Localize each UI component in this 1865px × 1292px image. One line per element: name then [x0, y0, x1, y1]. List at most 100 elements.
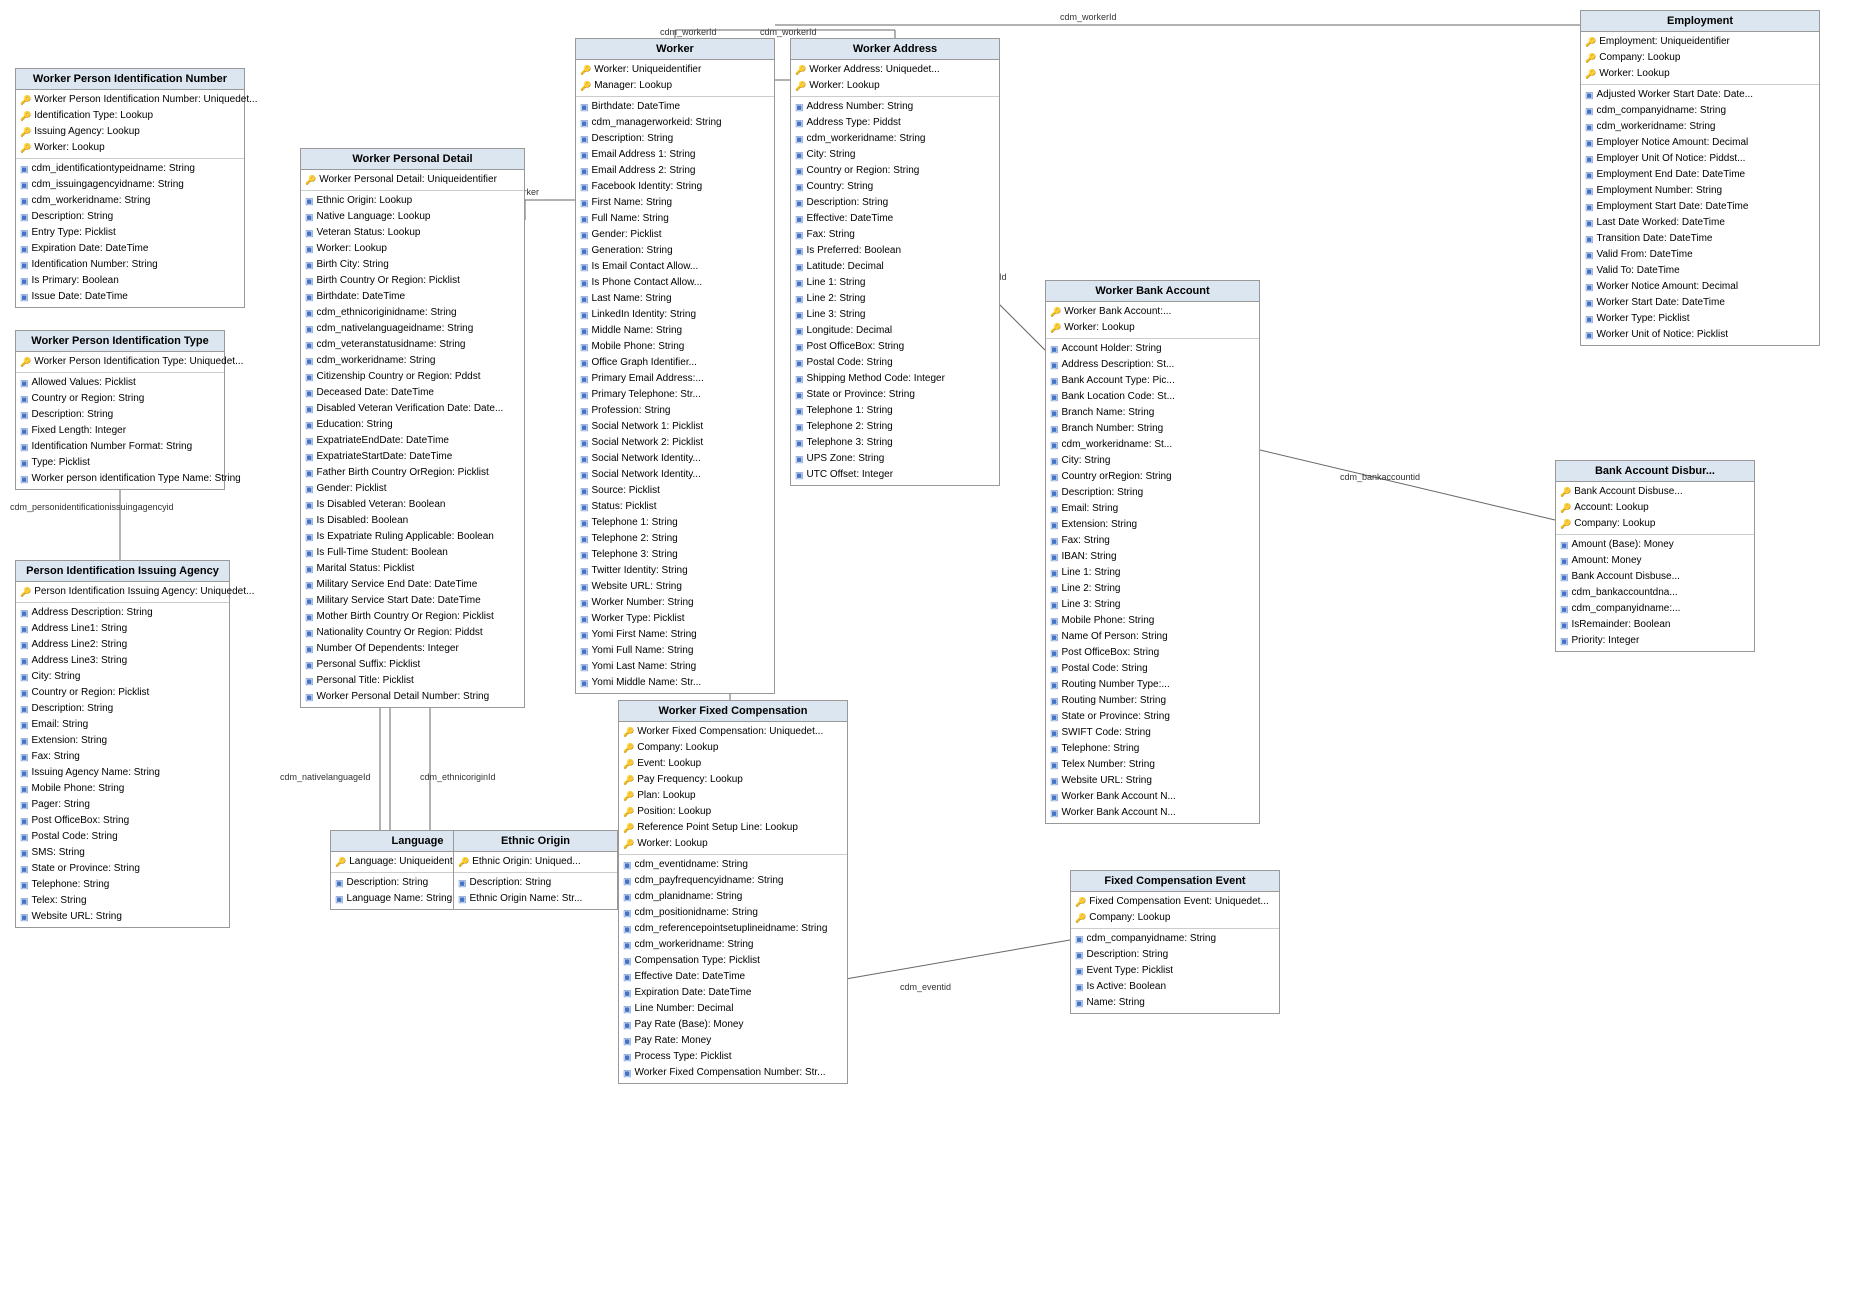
field-icon: ▣ — [795, 388, 804, 402]
field-icon: ▣ — [305, 354, 314, 368]
field-label: Identification Type: Lookup — [34, 109, 153, 123]
field-icon: ▣ — [795, 100, 804, 114]
field-label: City: String — [32, 670, 81, 684]
entity-row: ▣Amount: Money — [1556, 553, 1754, 569]
entity-row: ▣Shipping Method Code: Integer — [791, 371, 999, 387]
field-icon: ▣ — [20, 734, 29, 748]
entity-header-ethnicOrigin: Ethnic Origin — [454, 831, 617, 852]
entity-row: ▣City: String — [1046, 453, 1259, 469]
key-icon: 🔑 — [795, 79, 806, 93]
field-icon: ▣ — [1585, 136, 1594, 150]
field-icon: ▣ — [1585, 88, 1594, 102]
entity-row: ▣Bank Account Disbuse... — [1556, 569, 1754, 585]
field-label: Employment Number: String — [1597, 184, 1723, 198]
entity-row: ▣Disabled Veteran Verification Date: Dat… — [301, 401, 524, 417]
field-label: Reference Point Setup Line: Lookup — [637, 821, 798, 835]
field-label: Employer Notice Amount: Decimal — [1597, 136, 1749, 150]
entity-row: 🔑Worker: Lookup — [1046, 320, 1259, 336]
field-label: Pager: String — [32, 798, 90, 812]
entity-row: ▣Primary Telephone: Str... — [576, 387, 774, 403]
field-label: cdm_ethnicoriginidname: String — [317, 306, 457, 320]
field-icon: ▣ — [20, 798, 29, 812]
field-label: Valid To: DateTime — [1597, 264, 1680, 278]
entity-row: ▣cdm_companyidname:... — [1556, 601, 1754, 617]
field-label: Account: Lookup — [1574, 501, 1649, 515]
field-label: Worker: Lookup — [1064, 321, 1134, 335]
entity-row: ▣Is Primary: Boolean — [16, 273, 244, 289]
key-icon: 🔑 — [1585, 51, 1596, 65]
field-label: Effective: DateTime — [807, 212, 894, 226]
entity-row: 🔑Manager: Lookup — [576, 78, 774, 94]
field-icon: ▣ — [335, 876, 344, 890]
entity-body-bankAccountDisb: 🔑Bank Account Disbuse...🔑Account: Lookup… — [1556, 482, 1754, 651]
field-label: Website URL: String — [1062, 774, 1152, 788]
field-label: Identification Number: String — [32, 258, 158, 272]
entity-row: ▣Identification Number: String — [16, 257, 244, 273]
field-label: Amount (Base): Money — [1572, 538, 1674, 552]
entity-row: ▣Full Name: String — [576, 211, 774, 227]
field-icon: ▣ — [623, 906, 632, 920]
field-label: Yomi Last Name: String — [592, 660, 697, 674]
entity-row: ▣Worker Start Date: DateTime — [1581, 295, 1819, 311]
entity-row: ▣Last Name: String — [576, 291, 774, 307]
entity-personIdIssuingAgency: Person Identification Issuing Agency🔑Per… — [15, 560, 230, 928]
field-icon: ▣ — [1050, 502, 1059, 516]
field-icon: ▣ — [1050, 422, 1059, 436]
entity-row: ▣Is Email Contact Allow... — [576, 259, 774, 275]
entity-row: ▣Post OfficeBox: String — [791, 339, 999, 355]
field-label: Is Expatriate Ruling Applicable: Boolean — [317, 530, 494, 544]
entity-row: ▣Is Disabled Veteran: Boolean — [301, 497, 524, 513]
key-icon: 🔑 — [305, 173, 316, 187]
field-icon: ▣ — [795, 180, 804, 194]
entity-row: ▣Effective: DateTime — [791, 211, 999, 227]
field-label: Veteran Status: Lookup — [317, 226, 421, 240]
svg-text:cdm_ethnicoriginId: cdm_ethnicoriginId — [420, 772, 496, 782]
entity-row: ▣Line 2: String — [791, 291, 999, 307]
entity-row: ▣UTC Offset: Integer — [791, 467, 999, 483]
field-label: Worker Number: String — [592, 596, 694, 610]
field-icon: ▣ — [305, 210, 314, 224]
svg-text:cdm_workerId: cdm_workerId — [660, 27, 717, 37]
field-icon: ▣ — [305, 578, 314, 592]
field-label: Line 1: String — [1062, 566, 1121, 580]
key-icon: 🔑 — [20, 109, 31, 123]
field-label: Is Disabled Veteran: Boolean — [317, 498, 446, 512]
entity-row: ▣Is Disabled: Boolean — [301, 513, 524, 529]
entity-row: ▣cdm_companyidname: String — [1581, 103, 1819, 119]
field-label: Extension: String — [1062, 518, 1138, 532]
entity-row: ▣cdm_workeridname: String — [791, 131, 999, 147]
field-label: Worker: Lookup — [317, 242, 387, 256]
field-label: State or Province: String — [32, 862, 140, 876]
field-label: Issue Date: DateTime — [32, 290, 128, 304]
field-icon: ▣ — [305, 610, 314, 624]
entity-row: ▣Description: String — [16, 407, 224, 423]
field-label: Expiration Date: DateTime — [32, 242, 149, 256]
entity-row: ▣Telephone 3: String — [576, 547, 774, 563]
entity-row: ▣Address Line2: String — [16, 637, 229, 653]
field-label: Telephone 1: String — [807, 404, 893, 418]
field-icon: ▣ — [1050, 694, 1059, 708]
entity-row: ▣Middle Name: String — [576, 323, 774, 339]
key-icon: 🔑 — [623, 741, 634, 755]
field-icon: ▣ — [795, 340, 804, 354]
field-icon: ▣ — [623, 1034, 632, 1048]
field-icon: ▣ — [623, 938, 632, 952]
field-label: Line 3: String — [1062, 598, 1121, 612]
field-icon: ▣ — [305, 194, 314, 208]
entity-header-employment: Employment — [1581, 11, 1819, 32]
entity-row: ▣Gender: Picklist — [301, 481, 524, 497]
entity-row: ▣Extension: String — [1046, 517, 1259, 533]
entity-row: 🔑Worker Bank Account:... — [1046, 304, 1259, 320]
field-label: IsRemainder: Boolean — [1572, 618, 1671, 632]
field-label: Address Line1: String — [32, 622, 128, 636]
entity-row: 🔑Reference Point Setup Line: Lookup — [619, 820, 847, 836]
entity-header-workerPersonIdNumber: Worker Person Identification Number — [16, 69, 244, 90]
key-icon: 🔑 — [1585, 67, 1596, 81]
field-icon: ▣ — [580, 660, 589, 674]
entity-row: ▣Gender: Picklist — [576, 227, 774, 243]
field-label: Plan: Lookup — [637, 789, 695, 803]
field-label: Worker Notice Amount: Decimal — [1597, 280, 1739, 294]
entity-row: ▣Birthdate: DateTime — [301, 289, 524, 305]
field-icon: ▣ — [623, 1050, 632, 1064]
field-icon: ▣ — [795, 404, 804, 418]
